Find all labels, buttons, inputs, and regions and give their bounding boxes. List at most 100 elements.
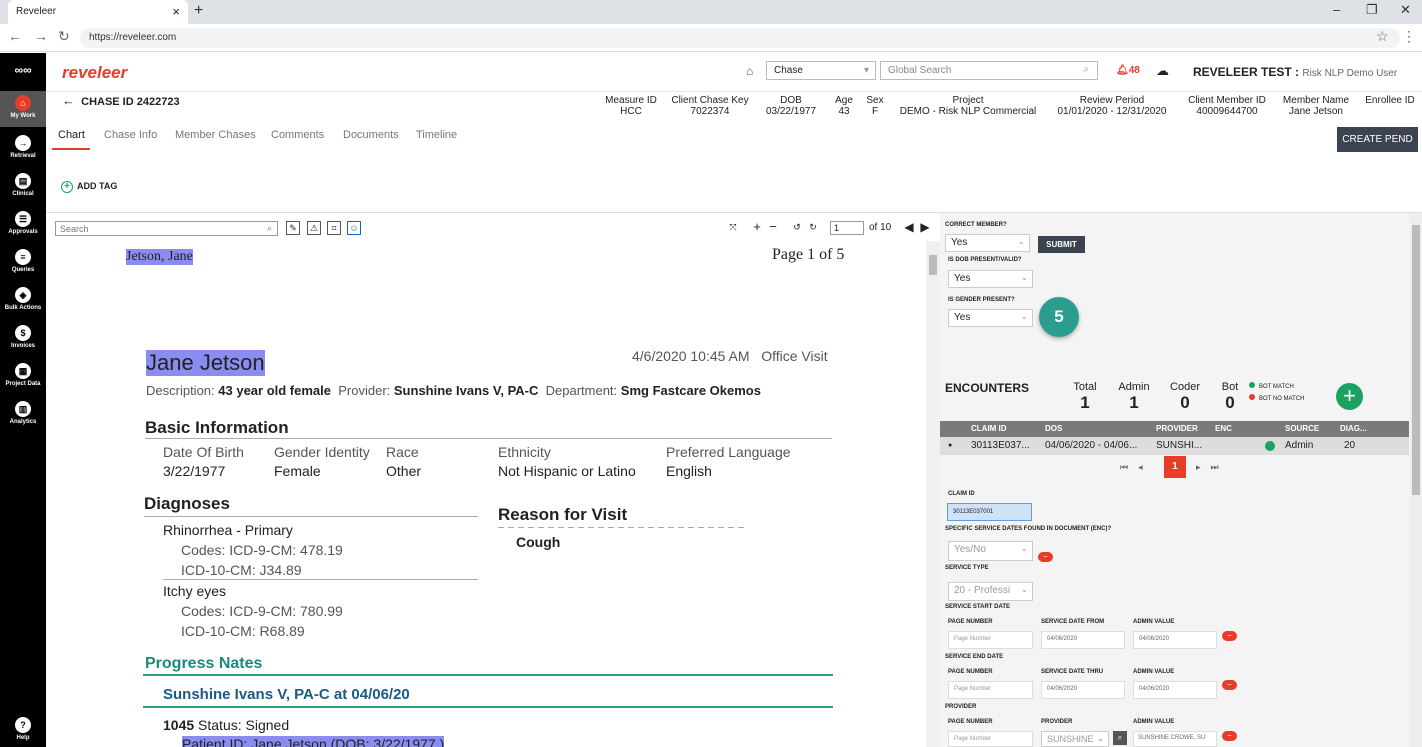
date-from-input[interactable]: 04/06/2020 bbox=[1041, 631, 1125, 649]
next-page-icon[interactable]: ▶ bbox=[918, 221, 932, 235]
table-row[interactable]: ● 30113E037... 04/06/2020 - 04/06... SUN… bbox=[940, 437, 1409, 455]
page-button-current[interactable]: 1 bbox=[1164, 456, 1186, 478]
nav-project-data[interactable]: ▦ Project Data bbox=[0, 363, 46, 387]
th-enc[interactable]: ENC bbox=[1215, 424, 1232, 433]
minimize-icon[interactable]: – bbox=[1333, 2, 1340, 17]
col-label: Measure ID bbox=[605, 95, 657, 106]
notification-bell[interactable]: 🔔︎48 bbox=[1116, 65, 1140, 76]
gender-select[interactable]: Yes ⌄ bbox=[948, 309, 1033, 327]
first-page-icon[interactable]: ⏮︎ bbox=[1120, 462, 1128, 472]
bell-icon: 🔔︎ bbox=[1116, 65, 1129, 76]
back-arrow-icon[interactable]: ← bbox=[62, 93, 75, 108]
admin-provider-input[interactable]: SUNSHINE CROWE, SU bbox=[1133, 731, 1217, 747]
th-claim-id[interactable]: CLAIM ID bbox=[971, 424, 1007, 433]
fit-screen-icon[interactable]: ⤧ bbox=[726, 221, 740, 235]
zoom-out-icon[interactable]: − bbox=[766, 220, 780, 235]
provider-page-input[interactable]: Page Number bbox=[948, 731, 1033, 747]
user-menu[interactable]: REVELEER TEST : Risk NLP Demo User bbox=[1193, 65, 1397, 79]
chase-select[interactable]: Chase ▾ bbox=[766, 61, 876, 80]
restore-icon[interactable]: ❐ bbox=[1366, 2, 1378, 18]
next-icon[interactable]: ▸ bbox=[1196, 462, 1201, 472]
th-dos[interactable]: DOS bbox=[1045, 424, 1062, 433]
document-scrollbar[interactable] bbox=[926, 241, 940, 747]
provider-select[interactable]: SUNSHINE ⌄ bbox=[1041, 731, 1109, 747]
page-number-input[interactable]: 1 bbox=[830, 221, 864, 235]
date-thru-input[interactable]: 04/06/2020 bbox=[1041, 681, 1125, 699]
add-encounter-button[interactable]: + bbox=[1336, 383, 1363, 410]
tab-chart[interactable]: Chart bbox=[58, 129, 85, 141]
nav-label: Clinical bbox=[12, 191, 34, 197]
rotate-left-icon[interactable]: ↺ bbox=[790, 221, 804, 235]
nav-label: Queries bbox=[11, 267, 35, 273]
zoom-in-icon[interactable]: + bbox=[750, 220, 764, 235]
prev-page-icon[interactable]: ◀ bbox=[902, 221, 916, 235]
add-tag-button[interactable]: + ADD TAG bbox=[61, 181, 117, 193]
nav-retrieval[interactable]: → Retrieval bbox=[0, 135, 46, 159]
provider-search-icon[interactable]: ⌕ bbox=[1113, 731, 1127, 745]
col-value: F bbox=[871, 106, 879, 117]
col-label: DOB bbox=[780, 95, 802, 106]
correct-member-select[interactable]: Yes ⌄ bbox=[945, 234, 1030, 252]
last-page-icon[interactable]: ⏭︎ bbox=[1211, 462, 1219, 472]
person-view-icon[interactable]: ☺ bbox=[347, 221, 361, 235]
admin-from-input[interactable]: 04/06/2020 bbox=[1133, 631, 1217, 649]
th-provider[interactable]: PROVIDER bbox=[1156, 424, 1198, 433]
document-scroll-thumb[interactable] bbox=[929, 255, 937, 275]
service-type-select[interactable]: 20 - Professi ⌄ bbox=[948, 582, 1033, 601]
browser-menu-icon[interactable]: ⋮ bbox=[1402, 28, 1416, 45]
new-tab-icon[interactable]: + bbox=[194, 2, 203, 20]
doc-description: Description: 43 year old female Provider… bbox=[146, 383, 761, 398]
end-page-input[interactable]: Page Number bbox=[948, 681, 1033, 699]
global-search-input[interactable]: Global Search ⌕ bbox=[880, 61, 1098, 80]
remove-button[interactable]: − bbox=[1038, 552, 1053, 562]
admin-thru-input[interactable]: 04/06/2020 bbox=[1133, 681, 1217, 699]
th-diag[interactable]: DIAG... bbox=[1340, 424, 1367, 433]
doc-reason-value: Cough bbox=[516, 534, 561, 550]
remove-button[interactable]: − bbox=[1222, 631, 1237, 641]
reload-icon[interactable]: ↻ bbox=[58, 28, 70, 45]
rotate-right-icon[interactable]: ↻ bbox=[806, 221, 820, 235]
bulk-actions-icon: ◈ bbox=[15, 287, 31, 303]
nav-queries[interactable]: ≡ Queries bbox=[0, 249, 46, 273]
start-page-input[interactable]: Page Number bbox=[948, 631, 1033, 649]
close-window-icon[interactable]: ✕ bbox=[1400, 2, 1411, 18]
prev-icon[interactable]: ◂ bbox=[1138, 462, 1143, 472]
remove-button[interactable]: − bbox=[1222, 731, 1237, 741]
tab-documents[interactable]: Documents bbox=[343, 129, 399, 141]
nav-analytics[interactable]: ▥ Analytics bbox=[0, 401, 46, 425]
panel-scroll-thumb[interactable] bbox=[1412, 225, 1420, 495]
date-thru-col: SERVICE DATE THRU bbox=[1041, 669, 1104, 675]
dob-valid-select[interactable]: Yes ⌄ bbox=[948, 270, 1033, 288]
url-field[interactable]: https://reveleer.com bbox=[80, 28, 1400, 48]
close-tab-icon[interactable]: × bbox=[172, 4, 180, 19]
invoices-icon: $ bbox=[15, 325, 31, 341]
nav-my-work[interactable]: ⌂ My Work bbox=[0, 91, 46, 127]
back-icon[interactable]: ← bbox=[8, 28, 22, 44]
nav-bulk-actions[interactable]: ◈ Bulk Actions bbox=[0, 287, 46, 311]
remove-button[interactable]: − bbox=[1222, 680, 1237, 690]
tab-comments[interactable]: Comments bbox=[271, 129, 324, 141]
pencil-icon[interactable]: ✎ bbox=[286, 221, 300, 235]
th-source[interactable]: SOURCE bbox=[1285, 424, 1319, 433]
tab-timeline[interactable]: Timeline bbox=[416, 129, 457, 141]
admin-value-col: ADMIN VALUE bbox=[1133, 719, 1175, 725]
create-pend-button[interactable]: CREATE PEND bbox=[1337, 127, 1418, 152]
forward-icon[interactable]: → bbox=[34, 28, 48, 44]
claim-id-input[interactable]: 30113E037001 bbox=[947, 503, 1032, 521]
browser-tab[interactable]: Reveleer × bbox=[8, 0, 188, 24]
nav-approvals[interactable]: ☰ Approvals bbox=[0, 211, 46, 235]
tab-chase-info[interactable]: Chase Info bbox=[104, 129, 157, 141]
cloud-icon[interactable]: ☁ bbox=[1156, 63, 1169, 79]
nav-help[interactable]: ? Help bbox=[0, 717, 46, 741]
warning-icon[interactable]: ⚠ bbox=[307, 221, 321, 235]
nav-clinical[interactable]: ▤ Clinical bbox=[0, 173, 46, 197]
bookmark-star-icon[interactable]: ☆ bbox=[1376, 28, 1389, 45]
stat-value: 1 bbox=[1129, 393, 1139, 412]
crop-icon[interactable]: ⌗ bbox=[327, 221, 341, 235]
row-radio-icon[interactable]: ● bbox=[948, 442, 952, 449]
tab-member-chases[interactable]: Member Chases bbox=[175, 129, 256, 141]
submit-button[interactable]: SUBMIT bbox=[1038, 236, 1085, 253]
document-search-input[interactable]: Search ⌕ bbox=[55, 221, 278, 236]
nav-invoices[interactable]: $ Invoices bbox=[0, 325, 46, 349]
specific-dates-select[interactable]: Yes/No ⌄ bbox=[948, 541, 1033, 561]
